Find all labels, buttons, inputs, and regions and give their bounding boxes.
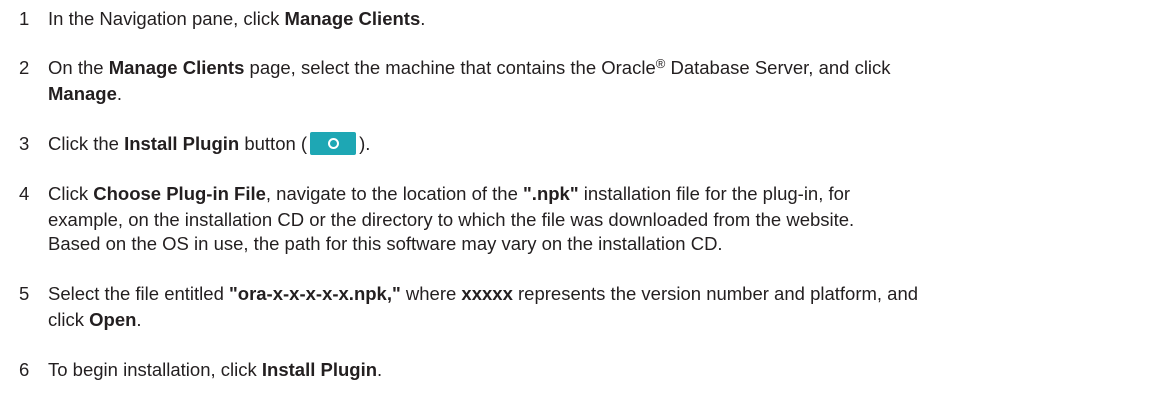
ui-term-manage: Manage — [48, 83, 117, 104]
text: button ( — [239, 133, 308, 154]
file-extension: ".npk" — [523, 183, 579, 204]
ui-term-manage-clients: Manage Clients — [284, 8, 421, 29]
step-text: On the Manage Clients page, select the m… — [48, 55, 1158, 107]
registered-mark: ® — [655, 56, 666, 71]
step-text: In the Navigation pane, click Manage Cli… — [48, 6, 1158, 32]
ui-term-install-plugin: Install Plugin — [261, 359, 378, 380]
text: Click — [48, 183, 94, 204]
step-text: To begin installation, click Install Plu… — [48, 357, 1158, 383]
step-text: Select the file entitled "ora-x-x-x-x-x.… — [48, 281, 1158, 333]
text: In the Navigation pane, click — [48, 8, 285, 29]
text: On the — [48, 57, 109, 78]
step-note: Based on the OS in use, the path for thi… — [48, 233, 723, 254]
text: . — [116, 83, 123, 104]
text: . — [136, 309, 142, 330]
placeholder-term: xxxxx — [461, 283, 513, 304]
ui-term-install-plugin: Install Plugin — [124, 133, 240, 154]
step-number: 6 — [19, 359, 30, 380]
text: . — [377, 359, 383, 380]
text: where — [400, 283, 462, 304]
text: To begin installation, click — [48, 359, 262, 380]
ui-term-open: Open — [89, 309, 137, 330]
text: . — [420, 8, 426, 29]
install-plugin-button-image — [310, 132, 357, 155]
step-number: 4 — [19, 183, 30, 204]
text: represents the version number and platfo… — [512, 283, 919, 304]
ui-term-choose-plugin-file: Choose Plug-in File — [93, 183, 266, 204]
step-text: Click the Install Plugin button (). — [48, 131, 1158, 157]
step-number: 5 — [19, 283, 30, 304]
text: Select the file entitled — [48, 283, 229, 304]
add-plugin-icon — [328, 138, 340, 149]
text: , navigate to the location of the — [265, 183, 524, 204]
ui-term-manage-clients: Manage Clients — [108, 57, 245, 78]
text: Click the — [48, 133, 125, 154]
file-name: "ora-x-x-x-x-x.npk," — [229, 283, 401, 304]
text: installation file for the plug-in, for — [578, 183, 851, 204]
text: page, select the machine that contains t… — [244, 57, 656, 78]
text: ). — [359, 133, 371, 154]
step-text: Click Choose Plug-in File, navigate to t… — [48, 181, 1158, 233]
step-number: 3 — [19, 133, 30, 154]
text: click — [48, 309, 90, 330]
text: example, on the installation CD or the d… — [48, 209, 855, 230]
text: Database Server, and click — [665, 57, 891, 78]
step-number: 2 — [19, 57, 30, 78]
step-number: 1 — [19, 8, 30, 29]
